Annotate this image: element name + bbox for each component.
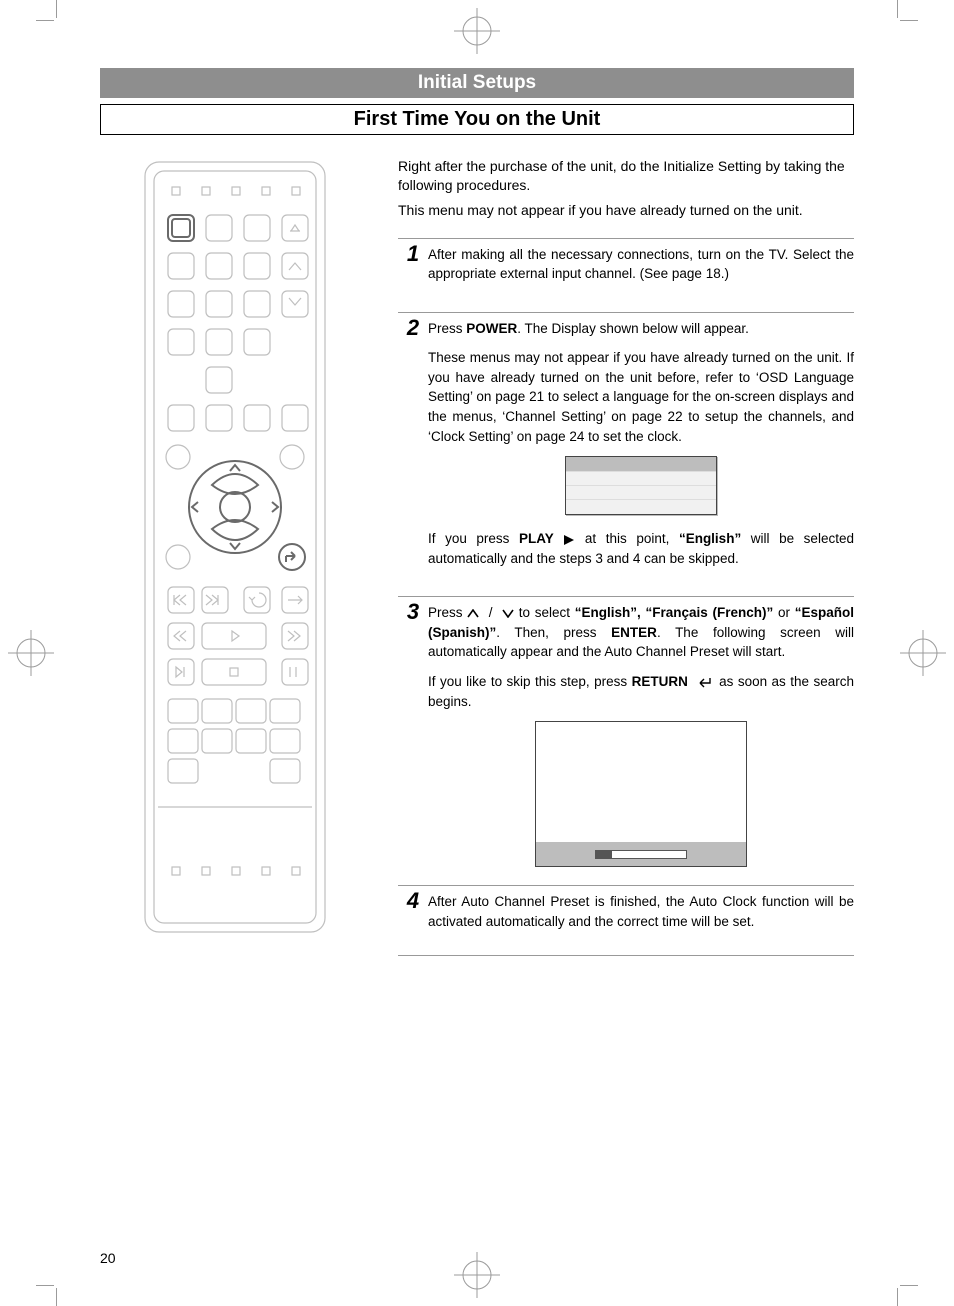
crop-mark-right — [900, 630, 946, 676]
crop-mark-left — [8, 630, 54, 676]
step-3-skip: If you like to skip this step, press RET… — [428, 672, 854, 711]
page-title: First Time You on the Unit — [100, 104, 854, 135]
intro-paragraph-1: Right after the purchase of the unit, do… — [398, 157, 854, 195]
crop-mark-bottom — [454, 1252, 500, 1298]
step-1: 1 After making all the necessary connect… — [398, 238, 854, 294]
step-4: 4 After Auto Channel Preset is finished,… — [398, 885, 854, 941]
step-number: 3 — [398, 601, 428, 867]
up-icon — [467, 609, 479, 618]
osd-auto-channel-screen — [535, 721, 747, 867]
step-number: 4 — [398, 890, 428, 941]
step-2: 2 Press POWER. The Display shown below w… — [398, 312, 854, 579]
section-header: Initial Setups — [100, 68, 854, 98]
down-icon — [502, 609, 514, 618]
step-3: 3 Press / to select “English”, “Français… — [398, 596, 854, 867]
play-icon — [563, 535, 575, 545]
step-2-after: If you press PLAY at this point, “Englis… — [428, 529, 854, 568]
page-number: 20 — [100, 1250, 116, 1266]
step-1-text: After making all the necessary connectio… — [428, 245, 854, 284]
step-4-text: After Auto Channel Preset is finished, t… — [428, 892, 854, 931]
osd-language-screen — [565, 456, 717, 515]
step-number: 1 — [398, 243, 428, 294]
return-icon — [697, 676, 715, 688]
remote-illustration — [100, 157, 370, 937]
step-number: 2 — [398, 317, 428, 579]
step-2-body: These menus may not appear if you have a… — [428, 348, 854, 446]
step-2-lead: Press POWER. The Display shown below wil… — [428, 319, 854, 339]
crop-mark-top — [454, 8, 500, 54]
intro-paragraph-2: This menu may not appear if you have alr… — [398, 201, 854, 220]
progress-bar — [595, 850, 687, 859]
step-3-lead: Press / to select “English”, “Français (… — [428, 603, 854, 662]
